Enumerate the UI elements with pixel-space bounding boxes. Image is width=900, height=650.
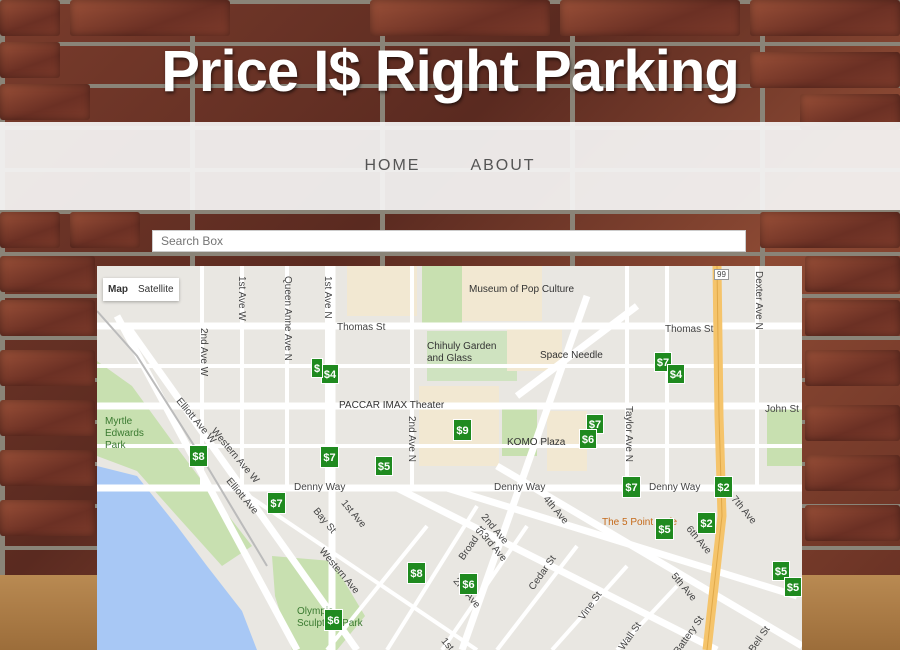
- parking-pin[interactable]: $2: [714, 476, 733, 498]
- parking-pin[interactable]: $8: [407, 562, 426, 584]
- poi-myrtle-park: Myrtle Edwards Park: [105, 416, 144, 451]
- parking-pin[interactable]: $6: [324, 609, 343, 631]
- parking-pin[interactable]: $4: [667, 364, 685, 384]
- parking-pin[interactable]: $: [311, 358, 323, 378]
- map-type-map-button[interactable]: Map: [103, 278, 133, 301]
- poi-komo-plaza: KOMO Plaza: [507, 437, 566, 448]
- street-thomas-w: Thomas St: [337, 322, 386, 333]
- parking-pin[interactable]: $7: [622, 476, 641, 498]
- street-2nd-ave-w: 2nd Ave W: [198, 328, 209, 377]
- street-denny-w: Denny Way: [294, 482, 346, 493]
- street-queen-anne: Queen Anne Ave N: [282, 276, 293, 361]
- parking-pin[interactable]: $2: [697, 512, 716, 534]
- street-denny-e: Denny Way: [649, 482, 701, 493]
- street-1st-ave-n: 1st Ave N: [322, 276, 333, 319]
- street-2nd-ave-n: 2nd Ave N: [406, 416, 417, 462]
- parking-pin[interactable]: $6: [459, 573, 478, 595]
- poi-museum-pop-culture: Museum of Pop Culture: [469, 284, 575, 295]
- poi-space-needle: Space Needle: [540, 350, 603, 361]
- highway-99-shield: 99: [714, 269, 729, 280]
- street-1st-ave-w: 1st Ave W: [236, 276, 247, 321]
- parking-pin[interactable]: $5: [655, 518, 674, 540]
- parking-pin[interactable]: $9: [453, 419, 472, 441]
- parking-pin[interactable]: $8: [189, 445, 208, 467]
- search-input[interactable]: [152, 230, 746, 252]
- map-type-satellite-button[interactable]: Satellite: [133, 278, 179, 301]
- street-thomas-e: Thomas St: [665, 324, 714, 335]
- street-denny-m: Denny Way: [494, 482, 546, 493]
- nav-home[interactable]: HOME: [364, 157, 420, 175]
- parking-pin[interactable]: $4: [321, 364, 339, 384]
- nav-about[interactable]: ABOUT: [470, 157, 535, 175]
- parking-pin[interactable]: $5: [784, 577, 802, 597]
- poi-chihuly: Chihuly Garden and Glass: [427, 341, 497, 364]
- main-nav: HOME ABOUT: [0, 122, 900, 210]
- street-john: John St: [765, 404, 799, 415]
- parking-pin[interactable]: $7: [267, 492, 286, 514]
- map-type-control: Map Satellite: [103, 278, 179, 301]
- parking-pin[interactable]: $6: [579, 429, 597, 449]
- street-dexter-ave: Dexter Ave N: [753, 271, 764, 330]
- site-title: Price I$ Right Parking: [161, 39, 740, 104]
- parking-map[interactable]: Map Satellite Museum of Pop Culture Chih…: [97, 266, 802, 650]
- street-taylor-ave: Taylor Ave N: [623, 406, 634, 462]
- poi-imax: PACCAR IMAX Theater: [339, 400, 445, 411]
- parking-pin[interactable]: $7: [320, 446, 339, 468]
- parking-pin[interactable]: $5: [375, 456, 393, 476]
